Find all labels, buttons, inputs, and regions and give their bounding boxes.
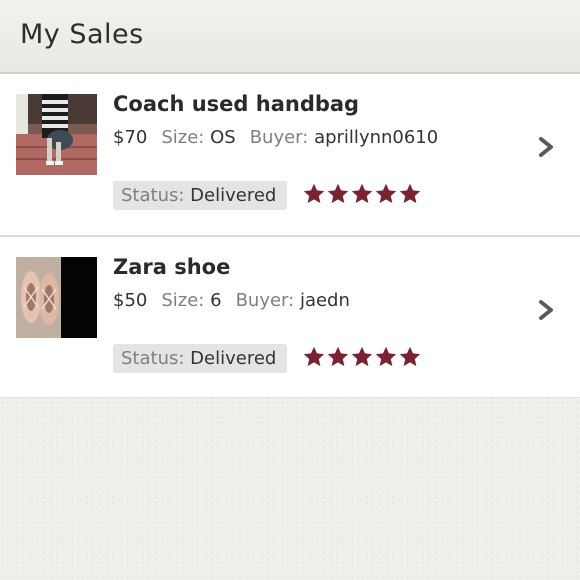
star-icon	[351, 183, 373, 204]
status-badge: Status: Delivered	[113, 344, 287, 373]
status-label: Status:	[121, 348, 185, 369]
buyer-label: Buyer:	[235, 290, 295, 311]
sale-details: $50 Size: 6 Buyer: jaedn	[113, 290, 350, 311]
app-header: My Sales	[0, 0, 580, 74]
rating-stars	[302, 345, 422, 369]
product-title: Zara shoe	[113, 255, 231, 279]
rating-stars	[302, 182, 422, 206]
star-icon	[399, 183, 421, 204]
price-value: $70	[113, 127, 148, 148]
sale-row[interactable]: Coach used handbag $70 Size: OS Buyer: apr…	[0, 74, 580, 236]
buyer-value: aprillynn0610	[314, 127, 439, 148]
sales-list: Coach used handbag $70 Size: OS Buyer: apr…	[0, 74, 580, 398]
product-thumbnail	[16, 94, 97, 175]
status-value: Delivered	[190, 348, 277, 369]
size-value: 6	[210, 290, 222, 311]
star-icon	[303, 183, 325, 204]
status-value: Delivered	[190, 185, 277, 206]
status-badge: Status: Delivered	[113, 181, 287, 210]
size-value: OS	[210, 127, 236, 148]
buyer-label: Buyer:	[249, 127, 309, 148]
star-icon	[327, 183, 349, 204]
price-value: $50	[113, 290, 148, 311]
size-label: Size:	[161, 127, 205, 148]
star-icon	[303, 346, 325, 367]
chevron-right-icon[interactable]	[538, 299, 556, 321]
star-icon	[375, 183, 397, 204]
star-icon	[351, 346, 373, 367]
size-label: Size:	[161, 290, 205, 311]
status-label: Status:	[121, 185, 185, 206]
product-title: Coach used handbag	[113, 92, 360, 116]
product-thumbnail	[16, 257, 97, 338]
page-title: My Sales	[20, 19, 144, 50]
buyer-value: jaedn	[299, 290, 350, 311]
star-icon	[399, 346, 421, 367]
sale-details: $70 Size: OS Buyer: aprillynn0610	[113, 127, 438, 148]
star-icon	[375, 346, 397, 367]
chevron-right-icon[interactable]	[538, 136, 556, 158]
star-icon	[327, 346, 349, 367]
sale-row[interactable]: Zara shoe $50 Size: 6 Buyer: jaedn Status:…	[0, 236, 580, 398]
